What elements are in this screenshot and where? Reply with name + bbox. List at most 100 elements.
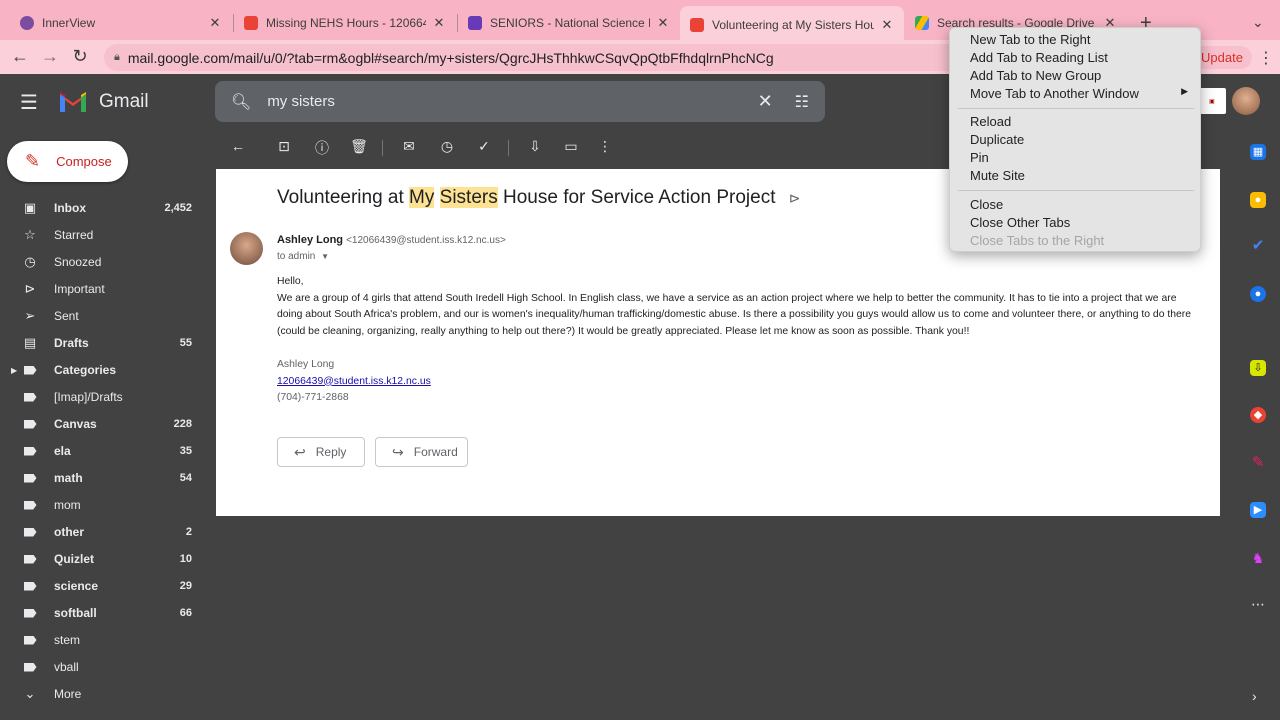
sidebar-item-ela[interactable]: ela 35 <box>0 438 205 464</box>
label-icon <box>22 606 38 621</box>
menu-item-reload[interactable]: Reload <box>970 114 1011 129</box>
tasks-icon[interactable]: ✔ <box>1250 238 1266 254</box>
back-arrow-icon[interactable]: ← <box>9 46 31 67</box>
recipient-text: to admin <box>277 251 316 262</box>
tab-volunteering[interactable]: Volunteering at My Sisters Hou ✕ <box>680 6 904 44</box>
signature-email-link[interactable]: 12066439@student.iss.k12.nc.us <box>277 376 431 387</box>
subject-text: Volunteering at <box>277 187 410 208</box>
chevron-down-icon[interactable]: ⌄ <box>1252 14 1264 31</box>
sidebar-item-imap-drafts[interactable]: [Imap]/Drafts <box>0 384 205 410</box>
sidebar-item-drafts[interactable]: ▤ Drafts 55 <box>0 330 205 356</box>
tab-innerview[interactable]: InnerView ✕ <box>10 8 232 38</box>
menu-icon[interactable]: ☰ <box>20 90 38 115</box>
clear-search-icon[interactable]: ✕ <box>758 91 773 112</box>
unread-count: 228 <box>173 418 192 430</box>
caret-down-icon[interactable]: ▼ <box>321 252 329 261</box>
addon-pink-icon[interactable]: ✎ <box>1250 455 1266 471</box>
label-icon <box>22 444 38 459</box>
expand-arrow-icon[interactable]: ▶ <box>11 366 17 375</box>
sidebar-item-inbox[interactable]: ▣ Inbox 2,452 <box>0 195 205 221</box>
zoom-icon[interactable]: ▶ <box>1250 502 1266 518</box>
menu-item-duplicate[interactable]: Duplicate <box>970 132 1024 147</box>
more-vert-icon[interactable]: ⋮ <box>1258 48 1274 68</box>
addon-unicorn-icon[interactable]: ♞ <box>1250 550 1266 566</box>
tab-seniors[interactable]: SENIORS - National Science H ✕ <box>458 8 680 38</box>
search-options-icon[interactable]: ☷ <box>795 92 809 112</box>
update-button[interactable]: Update <box>1192 46 1252 69</box>
sidebar-item-science[interactable]: science 29 <box>0 573 205 599</box>
contacts-icon[interactable]: ● <box>1250 286 1266 302</box>
label-as-icon[interactable]: ▭ <box>561 138 581 155</box>
sidebar-item-sent[interactable]: ➢ Sent <box>0 303 205 329</box>
sender-address: <12066439@student.iss.k12.nc.us> <box>346 235 506 246</box>
sidebar-item-starred[interactable]: ☆ Starred <box>0 222 205 248</box>
search-bar[interactable]: 🔍︎ my sisters ✕ ☷ <box>215 81 825 122</box>
sidebar-item-snoozed[interactable]: ◷ Snoozed <box>0 249 205 275</box>
forward-arrow-icon[interactable]: → <box>39 46 61 67</box>
back-to-search-icon[interactable]: ← <box>228 138 248 154</box>
sidebar-item-canvas[interactable]: Canvas 228 <box>0 411 205 437</box>
signature-phone: (704)-771-2868 <box>277 392 349 403</box>
chevron-right-icon[interactable]: › <box>1252 688 1257 704</box>
reload-icon[interactable]: ↻ <box>69 46 91 67</box>
forward-label: Forward <box>413 445 458 459</box>
sidebar-item-quizlet[interactable]: Quizlet 10 <box>0 546 205 572</box>
add-task-icon[interactable]: ✓ <box>474 138 494 155</box>
subject-space <box>434 187 439 208</box>
archive-icon[interactable]: ⊡ <box>274 138 294 155</box>
sidebar-item-softball[interactable]: softball 66 <box>0 600 205 626</box>
sidebar-item-categories[interactable]: ▶ Categories <box>0 357 205 383</box>
sidebar-item-other[interactable]: other 2 <box>0 519 205 545</box>
close-icon[interactable]: ✕ <box>880 17 894 33</box>
menu-item-add-new-group[interactable]: Add Tab to New Group <box>970 68 1101 83</box>
menu-item-close-other-tabs[interactable]: Close Other Tabs <box>970 215 1070 230</box>
forward-button[interactable]: ↪ Forward <box>375 437 468 467</box>
toolbar-divider <box>382 140 383 156</box>
reply-button[interactable]: ↩ Reply <box>277 437 365 467</box>
close-icon[interactable]: ✕ <box>208 15 222 31</box>
innerview-favicon-icon <box>20 16 34 30</box>
sidebar-item-vball[interactable]: vball <box>0 654 205 680</box>
menu-item-move-tab[interactable]: Move Tab to Another Window <box>970 86 1139 101</box>
addon-red-icon[interactable]: ◆ <box>1250 407 1266 423</box>
compose-button[interactable]: ✎ Compose <box>7 141 128 182</box>
account-avatar[interactable] <box>1232 87 1260 115</box>
calendar-icon[interactable]: ▦ <box>1250 144 1266 160</box>
search-input[interactable]: my sisters <box>267 93 757 110</box>
menu-item-pin[interactable]: Pin <box>970 150 989 165</box>
close-icon[interactable]: ✕ <box>432 15 446 31</box>
close-icon[interactable]: ✕ <box>656 15 670 31</box>
menu-item-close[interactable]: Close <box>970 197 1003 212</box>
email-body: Hello, We are a group of 4 girls that at… <box>277 274 1197 340</box>
organization-logo[interactable]: ▣ <box>1198 88 1226 114</box>
important-marker-icon[interactable]: ⊳ <box>789 190 801 206</box>
report-spam-icon[interactable]: ⓘ <box>312 138 332 158</box>
sidebar-item-stem[interactable]: stem <box>0 627 205 653</box>
search-icon[interactable]: 🔍︎ <box>231 92 251 112</box>
sidebar-item-more[interactable]: ⌄ More <box>0 681 205 707</box>
menu-item-add-reading-list[interactable]: Add Tab to Reading List <box>970 50 1108 65</box>
menu-item-new-tab-right[interactable]: New Tab to the Right <box>970 32 1090 47</box>
label-icon <box>22 498 38 513</box>
recipient-line[interactable]: to admin ▼ <box>277 251 329 262</box>
sidebar-item-math[interactable]: math 54 <box>0 465 205 491</box>
reply-label: Reply <box>315 445 347 459</box>
menu-item-mute-site[interactable]: Mute Site <box>970 168 1025 183</box>
download-addon-icon[interactable]: ⇩ <box>1250 360 1266 376</box>
delete-icon[interactable]: 🗑︎ <box>349 138 369 155</box>
mark-unread-icon[interactable]: ✉ <box>399 138 419 155</box>
sender-name[interactable]: Ashley Long <box>277 234 343 246</box>
snooze-icon[interactable]: ◷ <box>437 138 457 155</box>
clock-icon: ◷ <box>24 254 36 269</box>
signature: Ashley Long 12066439@student.iss.k12.nc.… <box>277 357 431 407</box>
keep-icon[interactable]: ● <box>1250 192 1266 208</box>
sidebar-item-important[interactable]: ⊳ Important <box>0 276 205 302</box>
sender-avatar[interactable] <box>230 232 263 265</box>
more-horiz-icon[interactable]: ⋯ <box>1251 596 1265 613</box>
move-to-icon[interactable]: ⇩ <box>525 138 545 155</box>
tab-title: InnerView <box>42 16 96 30</box>
more-vert-icon[interactable]: ⋮ <box>595 138 615 155</box>
sidebar-item-mom[interactable]: mom <box>0 492 205 518</box>
star-icon: ☆ <box>24 227 36 242</box>
tab-missing-nehs[interactable]: Missing NEHS Hours - 120664 ✕ <box>234 8 456 38</box>
